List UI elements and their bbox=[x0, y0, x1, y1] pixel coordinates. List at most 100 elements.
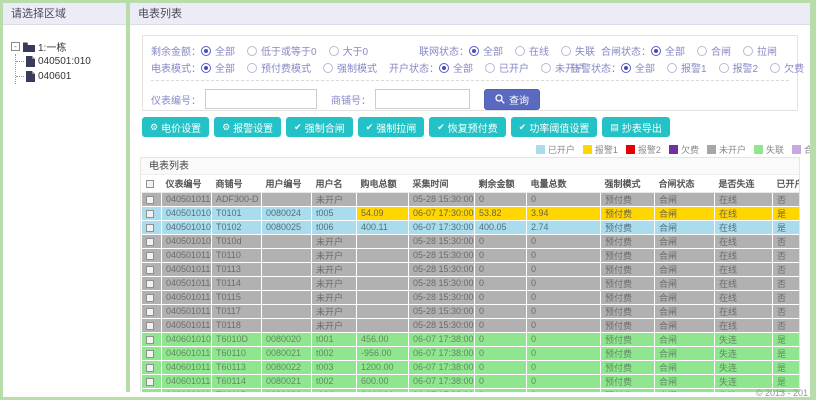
meter-no-input[interactable] bbox=[205, 89, 317, 109]
radio-selected-icon[interactable] bbox=[651, 45, 661, 56]
check-icon: ✔ bbox=[518, 121, 527, 132]
radio-unselected-icon[interactable] bbox=[323, 62, 333, 73]
radio-unselected-icon[interactable] bbox=[247, 45, 257, 56]
radio-option[interactable]: 全部 bbox=[439, 60, 473, 75]
radio-selected-icon[interactable] bbox=[201, 62, 211, 73]
row-checkbox-cell bbox=[141, 289, 162, 305]
table-cell: 06-07 17:38:00 bbox=[408, 373, 475, 389]
radio-option[interactable]: 已开户 bbox=[485, 60, 529, 75]
tree-child-label[interactable]: 040601 bbox=[38, 71, 71, 82]
radio-option[interactable]: 全部 bbox=[201, 43, 235, 58]
radio-unselected-icon[interactable] bbox=[667, 62, 677, 73]
row-checkbox[interactable] bbox=[146, 237, 154, 246]
legend-label: 未开户 bbox=[718, 145, 746, 155]
row-checkbox[interactable] bbox=[146, 195, 154, 204]
电价设置-button[interactable]: ⚙ 电价设置 bbox=[142, 117, 210, 137]
radio-unselected-icon[interactable] bbox=[328, 45, 339, 56]
table-row: 0405010110 T0110 未开户 05-28 15:30:00 0 0 预付费 合闸在… bbox=[141, 247, 799, 263]
radio-unselected-icon[interactable] bbox=[561, 45, 571, 56]
row-checkbox[interactable] bbox=[146, 307, 154, 316]
filter-group: 开户状态： 全部 已开户 未开户 bbox=[389, 60, 585, 75]
radio-option[interactable]: 拉闸 bbox=[743, 43, 777, 58]
radio-unselected-icon[interactable] bbox=[770, 62, 781, 73]
radio-option[interactable]: 预付费模式 bbox=[247, 60, 311, 75]
filter-group: 合闸状态： 全部 合闸 拉闸 bbox=[601, 43, 789, 58]
radio-unselected-icon[interactable] bbox=[697, 45, 707, 56]
radio-option[interactable]: 全部 bbox=[621, 60, 655, 75]
radio-option[interactable]: 大于0 bbox=[328, 43, 368, 58]
table-cell: 预付费 bbox=[600, 373, 655, 389]
tree-child-node[interactable]: 040601 bbox=[16, 69, 120, 84]
radio-option[interactable]: 报警1 bbox=[667, 60, 707, 75]
table-cell: 否 bbox=[772, 289, 799, 305]
radio-selected-icon[interactable] bbox=[621, 62, 631, 73]
filter-row: 剩余金额： 全部 低于或等于0 大于0 联网状态： 全部 在线 失联 合闸状态： 全部 合闸 拉闸 bbox=[151, 42, 789, 59]
强制合闸-button[interactable]: ✔ 强制合闸 bbox=[286, 117, 353, 137]
row-checkbox[interactable] bbox=[146, 363, 154, 372]
table-cell: 预付费 bbox=[600, 359, 655, 375]
tree-collapse-icon[interactable]: - bbox=[11, 42, 20, 51]
table-cell: 预付费 bbox=[600, 289, 655, 305]
legend-swatch bbox=[535, 145, 545, 154]
恢复预付费-button[interactable]: ✔ 恢复预付费 bbox=[429, 117, 506, 137]
table-cell: 0 bbox=[474, 261, 527, 277]
tree-connector bbox=[16, 76, 24, 77]
row-checkbox-cell bbox=[141, 303, 162, 319]
tree-root-label[interactable]: 1:一栋 bbox=[38, 39, 66, 54]
search-button[interactable]: 查询 bbox=[484, 88, 540, 110]
select-all-checkbox[interactable] bbox=[145, 179, 154, 188]
row-checkbox[interactable] bbox=[146, 279, 154, 288]
column-header: 用户编号 bbox=[261, 175, 312, 193]
table-cell: 05-28 15:30:00 bbox=[408, 261, 475, 277]
table-cell: 06-07 17:30:00 bbox=[408, 219, 475, 235]
radio-option[interactable]: 全部 bbox=[201, 60, 235, 75]
radio-option[interactable]: 全部 bbox=[469, 43, 503, 58]
shop-no-input[interactable] bbox=[375, 89, 470, 109]
row-checkbox[interactable] bbox=[146, 265, 154, 274]
radio-selected-icon[interactable] bbox=[439, 62, 449, 73]
table-cell: 未开户 bbox=[311, 275, 357, 291]
legend-swatch bbox=[753, 145, 763, 154]
row-checkbox[interactable] bbox=[146, 293, 154, 302]
row-checkbox[interactable] bbox=[146, 223, 154, 232]
radio-option[interactable]: 在线 bbox=[515, 43, 549, 58]
radio-unselected-icon[interactable] bbox=[743, 45, 753, 56]
legend-swatch bbox=[582, 145, 592, 154]
row-checkbox-cell bbox=[141, 261, 162, 277]
radio-unselected-icon[interactable] bbox=[485, 62, 495, 73]
radio-option[interactable]: 强制模式 bbox=[323, 60, 377, 75]
tree-root-node[interactable]: - 1:一栋 bbox=[11, 39, 120, 54]
row-checkbox[interactable] bbox=[146, 349, 154, 358]
radio-unselected-icon[interactable] bbox=[541, 62, 551, 73]
radio-unselected-icon[interactable] bbox=[718, 62, 729, 73]
radio-option[interactable]: 全部 bbox=[651, 43, 685, 58]
radio-option[interactable]: 失联 bbox=[561, 43, 595, 58]
抄表导出-button[interactable]: ▤ 抄表导出 bbox=[602, 117, 670, 137]
row-checkbox-cell bbox=[141, 233, 162, 249]
row-checkbox[interactable] bbox=[146, 251, 154, 260]
tree-child-node[interactable]: 040501:010 bbox=[16, 54, 120, 69]
tree-child-label[interactable]: 040501:010 bbox=[38, 56, 91, 67]
功率阈值设置-button[interactable]: ✔ 功率阈值设置 bbox=[510, 117, 598, 137]
table-cell: 预付费 bbox=[600, 233, 655, 249]
row-checkbox[interactable] bbox=[146, 321, 154, 330]
filter-group: 电表模式： 全部 预付费模式 强制模式 bbox=[151, 60, 389, 75]
强制拉闸-button[interactable]: ✔ 强制拉闸 bbox=[357, 117, 425, 137]
radio-option[interactable]: 低于或等于0 bbox=[247, 43, 317, 58]
报警设置-button[interactable]: ⚙ 报警设置 bbox=[214, 117, 282, 137]
row-checkbox[interactable] bbox=[146, 335, 154, 344]
radio-selected-icon[interactable] bbox=[469, 45, 479, 56]
radio-unselected-icon[interactable] bbox=[515, 45, 525, 56]
radio-unselected-icon[interactable] bbox=[247, 62, 257, 73]
radio-selected-icon[interactable] bbox=[201, 45, 211, 56]
table-cell: t003 bbox=[311, 359, 357, 375]
radio-option[interactable]: 报警2 bbox=[718, 60, 758, 75]
row-checkbox[interactable] bbox=[146, 377, 154, 386]
table-cell: 040501010D bbox=[161, 233, 212, 249]
table-cell: 0080021 bbox=[261, 373, 312, 389]
row-checkbox[interactable] bbox=[146, 209, 154, 218]
table-row: 0405010113 T0113 未开户 05-28 15:30:00 0 0 预付费 合闸在… bbox=[141, 261, 799, 277]
radio-option[interactable]: 欠费 bbox=[770, 60, 804, 75]
sidebar-panel: 请选择区域 - 1:一栋 040501:010 040601 bbox=[3, 3, 126, 392]
radio-option[interactable]: 合闸 bbox=[697, 43, 731, 58]
